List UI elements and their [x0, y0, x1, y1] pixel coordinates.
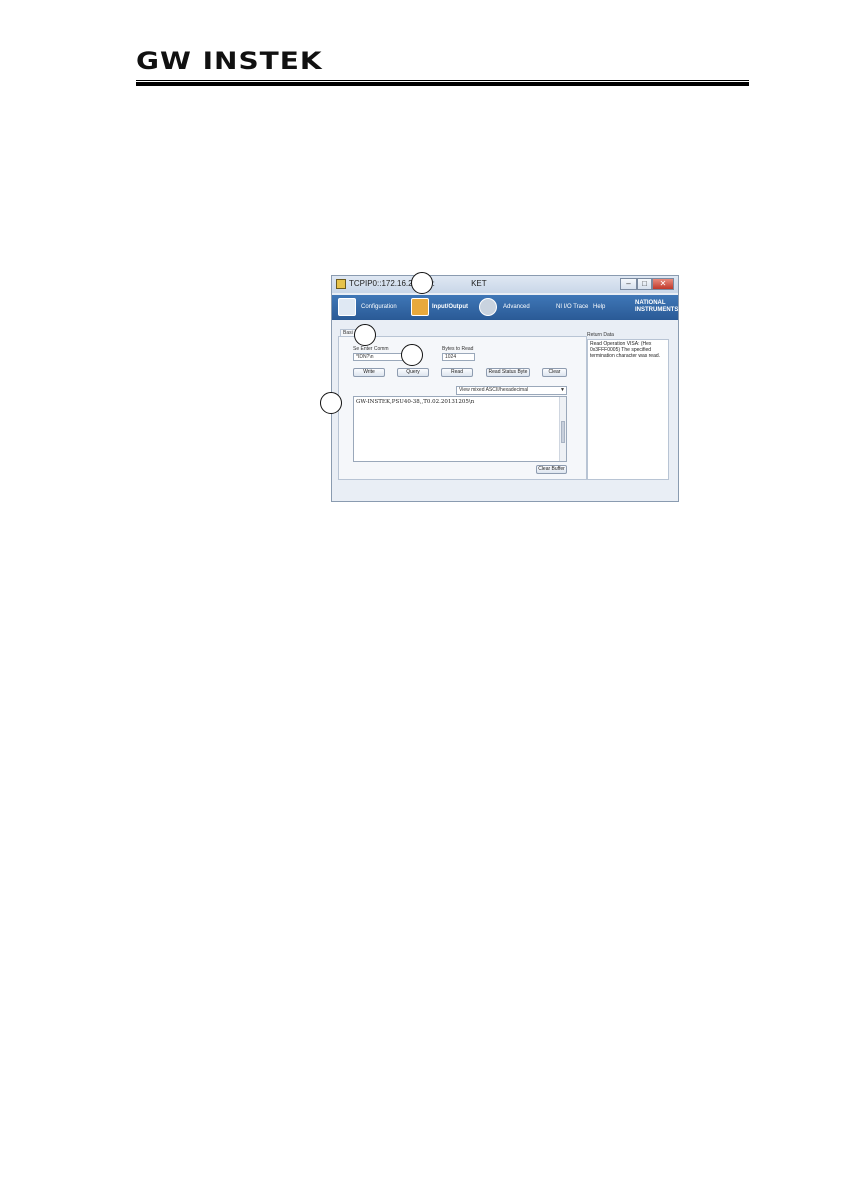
app-icon [336, 279, 346, 289]
output-area[interactable]: GW-INSTEK,PSU40-38,,T0.02.20131205\n [353, 396, 567, 462]
command-input[interactable]: *IDN?\n [353, 353, 403, 361]
clear-button[interactable]: Clear [542, 368, 567, 377]
minimize-button[interactable]: – [620, 278, 637, 290]
close-button[interactable]: ✕ [652, 278, 674, 290]
write-button[interactable]: Write [353, 368, 385, 377]
input-output-icon[interactable] [411, 298, 429, 316]
callout-circle [354, 324, 376, 346]
query-button[interactable]: Query [397, 368, 429, 377]
tab-configuration[interactable]: Configuration [361, 304, 397, 310]
callout-circle [411, 272, 433, 294]
toolbar: Configuration Input/Output Advanced NI I… [332, 295, 678, 320]
callout-circle [401, 344, 423, 366]
maximize-button[interactable]: □ [637, 278, 652, 290]
tab-input-output[interactable]: Input/Output [432, 304, 468, 310]
bytes-to-read-label: Bytes to Read [442, 346, 474, 352]
gw-instek-logo: GW INSTEK [136, 47, 323, 76]
brand-line2: INSTRUMENTS [635, 307, 679, 313]
output-text: GW-INSTEK,PSU40-38,,T0.02.20131205\n [356, 399, 475, 405]
output-scrollbar[interactable] [559, 397, 566, 461]
command-label: Se Enter Comm [353, 346, 389, 352]
scrollbar-thumb[interactable] [561, 421, 565, 443]
view-mode-select[interactable]: View mixed ASCII/hexadecimal ▼ [456, 386, 567, 395]
return-data-text: Read Operation VISA: (Hex 0x3FFF0005) Th… [590, 341, 661, 359]
window-titlebar: TCPIP0::172.16.22.134: KET – □ ✕ [332, 276, 678, 293]
national-instruments-logo: NATIONAL INSTRUMENTS [635, 300, 678, 314]
view-mode-value: View mixed ASCII/hexadecimal [459, 387, 529, 393]
chevron-down-icon: ▼ [560, 387, 565, 393]
callout-circle [320, 392, 342, 414]
advanced-gear-icon[interactable] [479, 298, 497, 316]
ni-io-trace-link[interactable]: NI I/O Trace [556, 304, 588, 310]
help-link[interactable]: Help [593, 304, 605, 310]
read-button[interactable]: Read [441, 368, 473, 377]
read-status-byte-button[interactable]: Read Status Byte [486, 368, 530, 377]
header-rule-thin [136, 80, 749, 81]
brand-line1: NATIONAL [635, 300, 666, 306]
tab-advanced[interactable]: Advanced [503, 304, 530, 310]
bytes-to-read-stepper[interactable]: 1024 [442, 353, 475, 361]
return-data-label: Return Data [587, 332, 614, 338]
configuration-icon[interactable] [338, 298, 356, 316]
clear-buffer-button[interactable]: Clear Buffer [536, 465, 567, 474]
visa-window: TCPIP0::172.16.22.134: KET – □ ✕ Configu… [331, 275, 679, 502]
header-rule-thick [136, 82, 749, 86]
return-data-box: Read Operation VISA: (Hex 0x3FFF0005) Th… [587, 339, 669, 480]
window-title-tail: KET [471, 279, 487, 288]
